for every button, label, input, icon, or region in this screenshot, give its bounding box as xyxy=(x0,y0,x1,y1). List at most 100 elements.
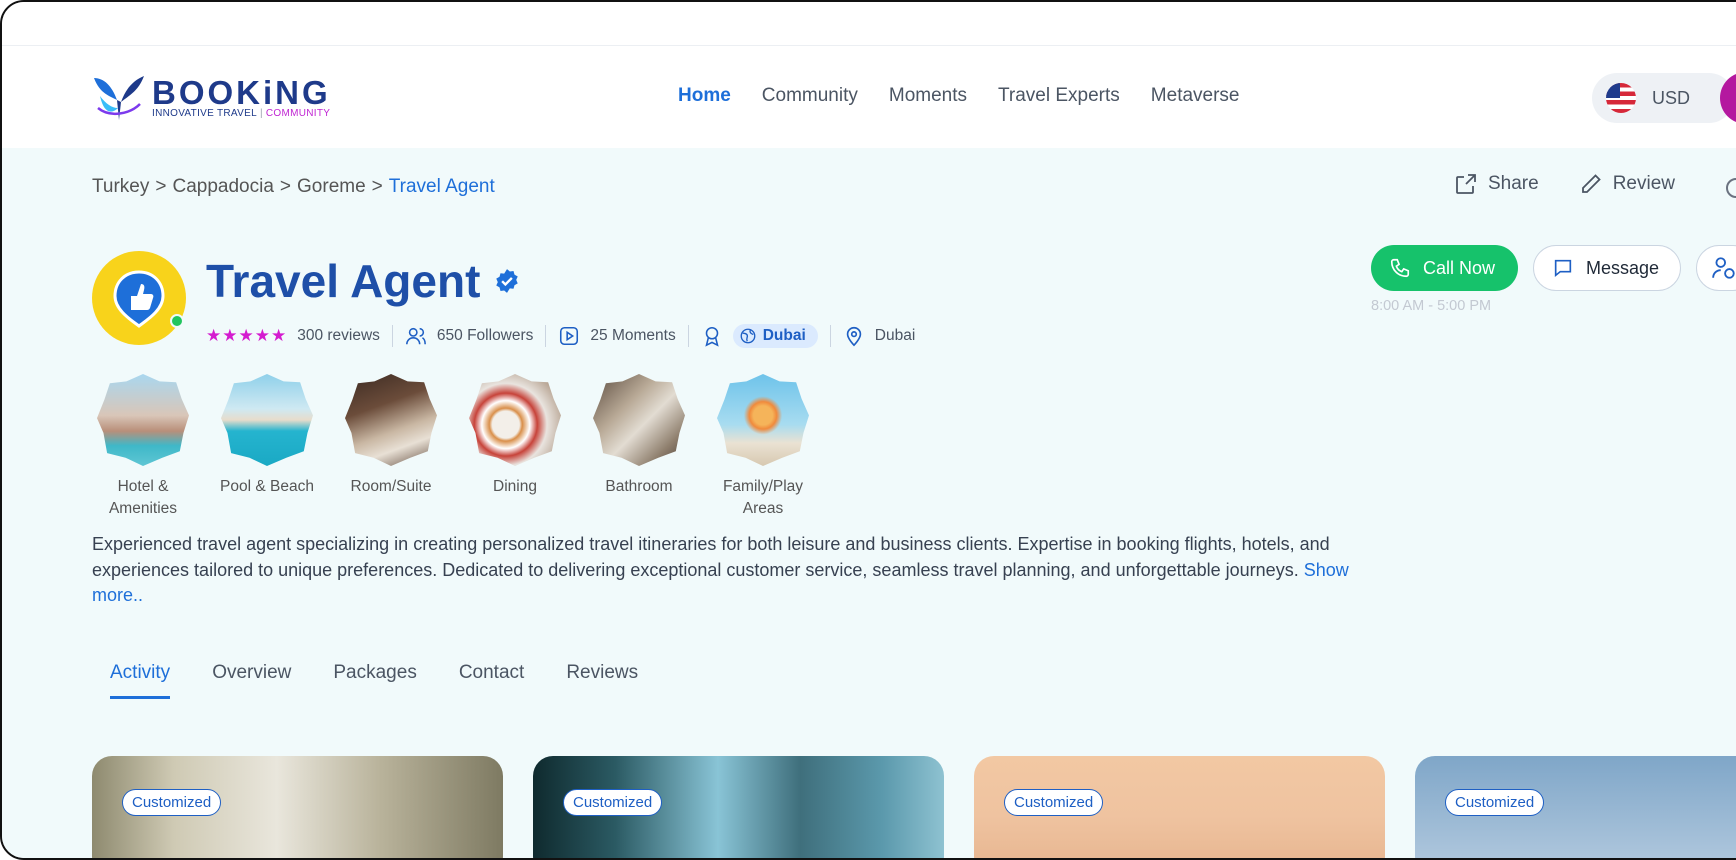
add-user-icon xyxy=(1712,257,1735,279)
currency-selector[interactable]: USD xyxy=(1592,73,1734,123)
category-label: Pool & Beach xyxy=(220,478,314,495)
verified-badge-icon xyxy=(496,269,519,293)
followers-icon xyxy=(405,327,426,345)
nav-home[interactable]: Home xyxy=(678,85,731,107)
tagline-left: INNOVATIVE TRAVEL xyxy=(152,108,257,119)
profile-meta: ★★★★★ 300 reviews 650 Followers 25 Momen… xyxy=(206,324,915,348)
profile-tabs: Activity Overview Packages Contact Revie… xyxy=(110,662,638,699)
share-button[interactable]: Share xyxy=(1454,172,1539,196)
profile-title-row: Travel Agent xyxy=(206,254,520,308)
booking-logo[interactable]: BOOKiNG INNOVATIVE TRAVEL | COMMUNITY xyxy=(90,74,358,122)
room-thumbnail xyxy=(345,374,437,466)
nav-travel-experts[interactable]: Travel Experts xyxy=(998,85,1120,107)
message-label: Message xyxy=(1586,257,1660,278)
business-hours: 8:00 AM - 5:00 PM xyxy=(1371,298,1492,314)
activity-card[interactable]: Customized xyxy=(92,756,503,858)
site-header: BOOKiNG INNOVATIVE TRAVEL | COMMUNITY Home… xyxy=(2,46,1736,148)
category-label: Hotel & Amenities xyxy=(108,478,178,517)
bathroom-thumbnail xyxy=(593,374,685,466)
tab-packages[interactable]: Packages xyxy=(333,662,416,699)
profile-description: Experienced travel agent specializing in… xyxy=(92,532,1362,609)
breadcrumb-separator: > xyxy=(155,176,167,197)
top-actions: Share Review xyxy=(1454,172,1675,196)
nav-moments[interactable]: Moments xyxy=(889,85,967,107)
moments-count[interactable]: 25 Moments xyxy=(590,327,675,345)
online-status-dot xyxy=(170,314,184,328)
dining-thumbnail xyxy=(469,374,561,466)
activity-card[interactable]: Customized xyxy=(974,756,1385,858)
pencil-icon xyxy=(1581,174,1601,193)
activity-cards: Customized Customized Customized Customi… xyxy=(92,756,1736,858)
category-pool-beach[interactable]: Pool & Beach xyxy=(216,374,318,520)
activity-card[interactable]: Customized xyxy=(1415,756,1736,858)
category-hotel-amenities[interactable]: Hotel & Amenities xyxy=(92,374,194,520)
share-icon xyxy=(1456,174,1476,194)
thumbs-up-pin-icon xyxy=(113,270,165,328)
nav-community[interactable]: Community xyxy=(762,85,858,107)
chat-icon xyxy=(1554,259,1572,278)
breadcrumb: Turkey > Cappadocia > Goreme > Travel Ag… xyxy=(92,176,495,198)
location-badge[interactable]: Dubai xyxy=(732,324,818,348)
customized-badge: Customized xyxy=(122,789,222,816)
breadcrumb-cappadocia[interactable]: Cappadocia xyxy=(172,176,273,198)
rating-stars: ★★★★★ xyxy=(206,326,288,345)
meta-divider xyxy=(545,325,547,347)
tab-contact[interactable]: Contact xyxy=(459,662,524,699)
follow-button[interactable] xyxy=(1696,245,1736,291)
message-button[interactable]: Message xyxy=(1533,245,1681,291)
meta-divider xyxy=(687,325,689,347)
review-button[interactable]: Review xyxy=(1579,172,1675,196)
meta-divider xyxy=(391,325,393,347)
profile-main: Turkey > Cappadocia > Goreme > Travel Ag… xyxy=(2,148,1736,858)
category-label: Bathroom xyxy=(605,478,673,495)
favorite-icon[interactable] xyxy=(1726,178,1736,198)
globe-icon xyxy=(740,328,756,344)
tagline-separator: | xyxy=(259,108,263,119)
award-icon xyxy=(705,326,719,347)
category-dining[interactable]: Dining xyxy=(464,374,566,520)
review-label: Review xyxy=(1612,173,1676,194)
pool-thumbnail xyxy=(221,374,313,466)
map-pin-icon xyxy=(846,326,862,347)
location-label: Dubai xyxy=(874,327,916,344)
category-label: Room/Suite xyxy=(350,478,432,495)
app-window: BOOKiNG INNOVATIVE TRAVEL | COMMUNITY Home… xyxy=(0,0,1736,860)
category-gallery: Hotel & Amenities Pool & Beach Room/Suit… xyxy=(92,374,814,520)
customized-badge: Customized xyxy=(1445,789,1545,816)
family-thumbnail xyxy=(717,374,809,466)
breadcrumb-separator: > xyxy=(371,176,383,197)
breadcrumb-turkey[interactable]: Turkey xyxy=(92,176,149,198)
nav-metaverse[interactable]: Metaverse xyxy=(1151,85,1240,107)
logo-wordmark: BOOKiNG xyxy=(152,74,331,111)
call-now-label: Call Now xyxy=(1423,257,1496,278)
call-now-button[interactable]: Call Now xyxy=(1371,245,1518,291)
followers-count[interactable]: 650 Followers xyxy=(437,327,534,345)
butterfly-logo-icon xyxy=(94,76,144,120)
breadcrumb-goreme[interactable]: Goreme xyxy=(297,176,366,198)
tab-overview[interactable]: Overview xyxy=(212,662,291,699)
activity-card[interactable]: Customized xyxy=(533,756,944,858)
location-badge-label: Dubai xyxy=(762,327,806,344)
reviews-count[interactable]: 300 reviews xyxy=(297,327,380,345)
us-flag-icon xyxy=(1606,83,1636,113)
hotel-thumbnail xyxy=(97,374,189,466)
meta-divider xyxy=(829,325,831,347)
share-label: Share xyxy=(1488,173,1539,194)
logo-tagline: INNOVATIVE TRAVEL | COMMUNITY xyxy=(152,108,330,119)
category-family-play[interactable]: Family/Play Areas xyxy=(712,374,814,520)
tab-reviews[interactable]: Reviews xyxy=(566,662,638,699)
customized-badge: Customized xyxy=(1004,789,1104,816)
main-nav: Home Community Moments Travel Experts Me… xyxy=(678,85,1240,107)
tagline-right: COMMUNITY xyxy=(265,108,331,119)
browser-top-strip xyxy=(2,2,1736,46)
breadcrumb-current: Travel Agent xyxy=(388,176,495,197)
phone-icon xyxy=(1390,258,1410,278)
breadcrumb-separator: > xyxy=(279,176,292,197)
play-icon xyxy=(560,326,579,346)
page-title: Travel Agent xyxy=(206,255,481,307)
tab-activity[interactable]: Activity xyxy=(110,662,171,699)
category-room-suite[interactable]: Room/Suite xyxy=(340,374,442,520)
agent-avatar xyxy=(92,251,186,345)
currency-label: USD xyxy=(1652,87,1691,108)
category-bathroom[interactable]: Bathroom xyxy=(588,374,690,520)
